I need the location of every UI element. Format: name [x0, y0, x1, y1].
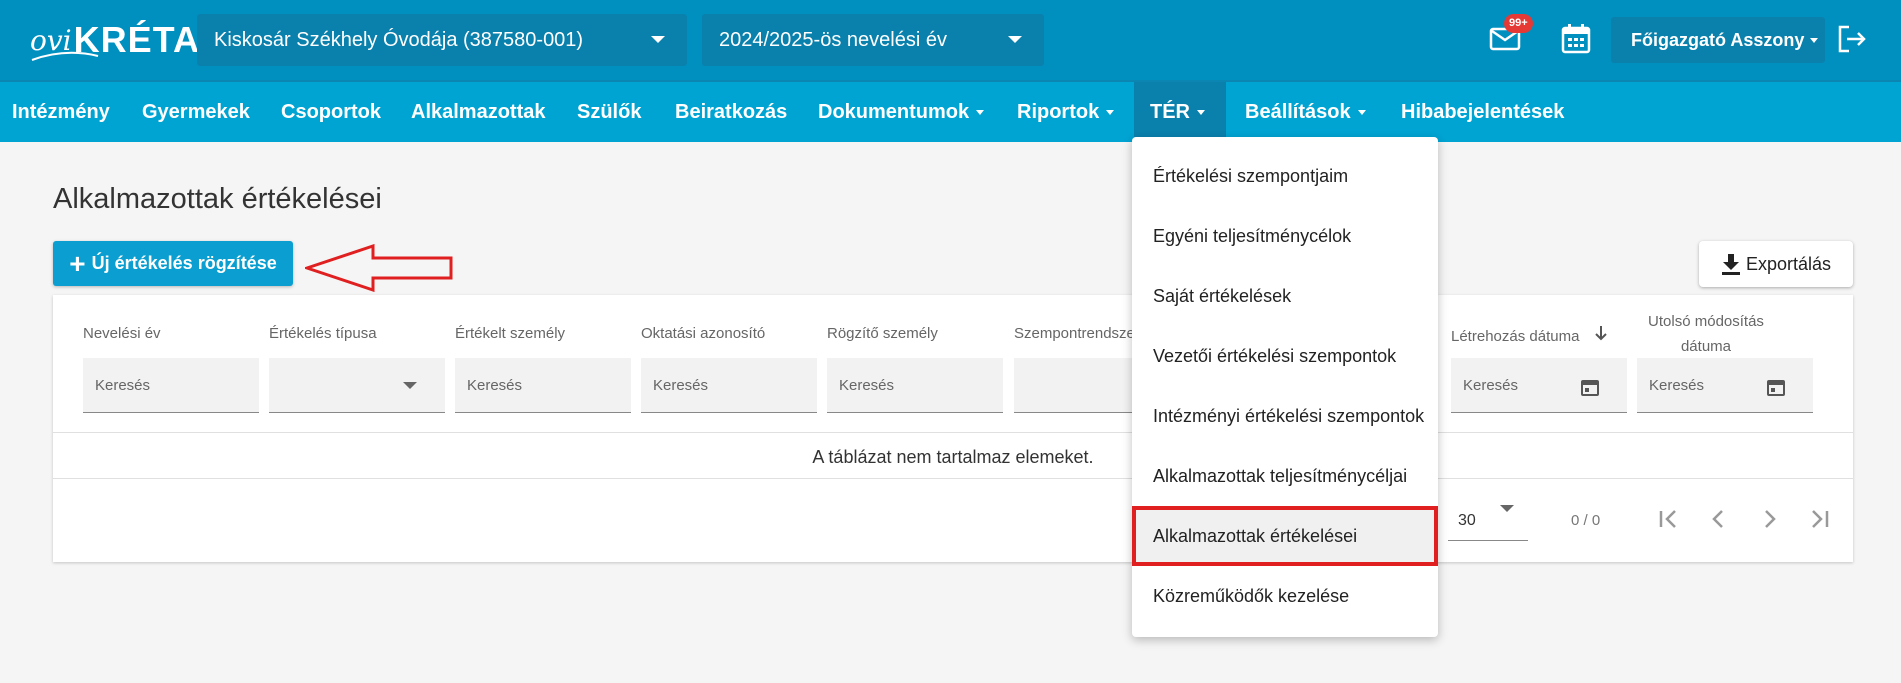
chevron-down-icon: [1008, 36, 1022, 43]
nav-item-szulok[interactable]: Szülők: [577, 82, 641, 142]
empty-table-message: A táblázat nem tartalmaz elemeket.: [812, 447, 1094, 467]
top-bar: ovi KRÉTA Kiskosár Székhely Óvodája (387…: [0, 0, 1901, 80]
nav-item-label: Gyermekek: [142, 100, 250, 123]
menu-item-employee-evaluations[interactable]: Alkalmazottak értékelései: [1132, 506, 1438, 566]
column-header-modified-date-line1: Utolsó módosítás: [1648, 313, 1764, 330]
institution-select-value: Kiskosár Székhely Óvodája (387580-001): [214, 28, 584, 51]
chevron-down-icon: [651, 36, 665, 43]
calendar-icon[interactable]: [1559, 22, 1593, 56]
main-nav: Intézmény Gyermekek Csoportok Alkalmazot…: [0, 80, 1901, 142]
download-icon: [1721, 254, 1740, 275]
prev-page-icon[interactable]: [1705, 505, 1733, 533]
nav-item-label: Csoportok: [281, 100, 381, 123]
caret-down-icon: [976, 109, 985, 115]
nav-item-csoportok[interactable]: Csoportok: [281, 82, 381, 142]
nav-item-label: Intézmény: [12, 100, 110, 123]
school-year-select-value: 2024/2025-ös nevelési év: [719, 28, 947, 51]
caret-down-icon: [1197, 109, 1205, 115]
menu-item-individual-goals[interactable]: Egyéni teljesítménycélok: [1132, 206, 1438, 266]
nav-item-alkalmazottak[interactable]: Alkalmazottak: [411, 82, 546, 142]
user-menu[interactable]: Főigazgató Asszony: [1611, 17, 1825, 63]
nav-item-beallitasok[interactable]: Beállítások: [1245, 82, 1366, 142]
ter-dropdown-menu: Értékelési szempontjaim Egyéni teljesítm…: [1132, 137, 1438, 637]
filter-created-date-placeholder: Keresés: [1463, 376, 1519, 394]
next-page-icon[interactable]: [1755, 505, 1783, 533]
sort-arrow-down-icon[interactable]: [1594, 325, 1608, 341]
calendar-icon[interactable]: [1767, 378, 1785, 396]
filter-education-id-input[interactable]: Keresés: [641, 358, 817, 413]
last-page-icon[interactable]: [1805, 505, 1833, 533]
row-divider: [53, 478, 1853, 479]
column-header-created-date-label: Létrehozás dátuma: [1451, 328, 1580, 345]
new-evaluation-label: Új értékelés rögzítése: [91, 253, 277, 273]
filter-recorder-input[interactable]: Keresés: [827, 358, 1003, 413]
nav-item-label: Hibabejelentések: [1401, 100, 1565, 123]
kreta-logo[interactable]: ovi KRÉTA: [30, 16, 200, 64]
nav-item-gyermekek[interactable]: Gyermekek: [142, 82, 250, 142]
nav-item-beiratkozas[interactable]: Beiratkozás: [675, 82, 787, 142]
column-header-education-id[interactable]: Oktatási azonosító: [641, 325, 765, 342]
first-page-icon[interactable]: [1655, 505, 1683, 533]
export-label: Exportálás: [1745, 253, 1832, 274]
menu-item-manager-criteria[interactable]: Vezetői értékelési szempontok: [1132, 326, 1438, 386]
filter-year-input[interactable]: Keresés: [83, 358, 259, 413]
nav-item-label: Alkalmazottak: [411, 100, 546, 123]
annotation-arrow-icon: [305, 244, 453, 292]
menu-item-own-evaluations[interactable]: Saját értékelések: [1132, 266, 1438, 326]
calendar-icon[interactable]: [1581, 378, 1599, 396]
menu-item-evaluation-criteria[interactable]: Értékelési szempontjaim: [1132, 146, 1438, 206]
menu-item-institutional-criteria[interactable]: Intézményi értékelési szempontok: [1132, 386, 1438, 446]
caret-down-icon: [1106, 109, 1115, 115]
column-header-recorder[interactable]: Rögzítő személy: [827, 325, 938, 342]
filter-modified-date-placeholder: Keresés: [1649, 376, 1705, 394]
nav-item-label: Szülők: [577, 100, 642, 123]
new-evaluation-button[interactable]: + Új értékelés rögzítése: [53, 241, 293, 286]
filter-created-date-input[interactable]: Keresés: [1451, 358, 1627, 413]
nav-item-dokumentumok[interactable]: Dokumentumok: [818, 82, 985, 142]
filter-type-select[interactable]: [269, 358, 445, 413]
evaluations-table: Nevelési év Értékelés típusa Értékelt sz…: [53, 295, 1853, 562]
logout-icon[interactable]: [1834, 22, 1868, 56]
nav-item-label: Dokumentumok: [818, 100, 970, 123]
nav-item-ter[interactable]: TÉR: [1134, 82, 1226, 142]
school-year-select[interactable]: 2024/2025-ös nevelési év: [702, 14, 1044, 66]
nav-item-label: Beállítások: [1245, 100, 1351, 123]
nav-item-label: Riportok: [1017, 100, 1100, 123]
user-name: Főigazgató Asszony: [1631, 29, 1805, 50]
nav-item-label: TÉR: [1150, 100, 1190, 123]
chevron-down-icon: [1500, 505, 1514, 512]
nav-item-intezmeny[interactable]: Intézmény: [12, 82, 110, 142]
page-title: Alkalmazottak értékelései: [53, 183, 382, 215]
chevron-down-icon: [403, 382, 417, 389]
institution-select[interactable]: Kiskosár Székhely Óvodája (387580-001): [197, 14, 687, 66]
export-button[interactable]: Exportálás: [1699, 241, 1853, 287]
column-header-criteria-system[interactable]: Szempontrendsze: [1014, 325, 1135, 342]
logo-swoosh-icon: [31, 51, 99, 61]
mail-badge: 99+: [1504, 14, 1533, 33]
column-header-evaluated-person[interactable]: Értékelt személy: [455, 325, 565, 342]
caret-down-icon: [1357, 109, 1366, 115]
page-count: 0 / 0: [1571, 512, 1601, 529]
nav-item-hibabejelentesek[interactable]: Hibabejelentések: [1401, 82, 1564, 142]
nav-item-riportok[interactable]: Riportok: [1017, 82, 1115, 142]
filter-modified-date-input[interactable]: Keresés: [1637, 358, 1813, 413]
column-header-type[interactable]: Értékelés típusa: [269, 325, 377, 342]
page-size-value: 30: [1458, 512, 1476, 529]
column-header-modified-date[interactable]: Utolsó módosítás dátuma: [1631, 309, 1781, 359]
plus-icon: +: [69, 247, 86, 279]
column-header-created-date[interactable]: Létrehozás dátuma: [1451, 325, 1608, 345]
page-size-select[interactable]: 30: [1448, 487, 1528, 541]
menu-item-contributors[interactable]: Közreműködők kezelése: [1132, 566, 1438, 626]
column-header-year[interactable]: Nevelési év: [83, 325, 161, 342]
row-divider: [53, 432, 1853, 433]
caret-down-icon: [1810, 37, 1819, 43]
nav-item-label: Beiratkozás: [675, 100, 788, 123]
column-header-modified-date-line2: dátuma: [1680, 338, 1732, 355]
filter-evaluated-person-input[interactable]: Keresés: [455, 358, 631, 413]
menu-item-employee-goals[interactable]: Alkalmazottak teljesítménycéljai: [1132, 446, 1438, 506]
